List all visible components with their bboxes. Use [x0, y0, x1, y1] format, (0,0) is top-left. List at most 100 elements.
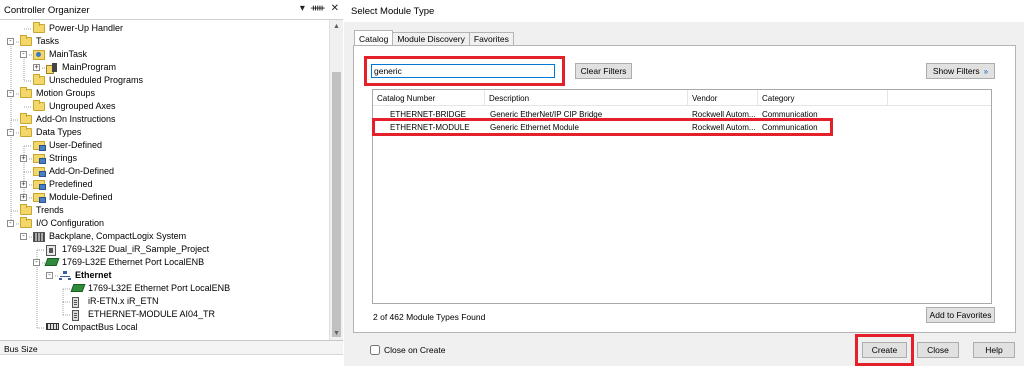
- tree-item[interactable]: User-Defined: [0, 139, 329, 152]
- tree-item[interactable]: iR-ETN.x iR_ETN: [0, 295, 329, 308]
- help-button[interactable]: Help: [973, 342, 1015, 358]
- add-to-favorites-button[interactable]: Add to Favorites: [926, 307, 995, 323]
- bus-size-label: Bus Size: [0, 341, 343, 355]
- tree-item[interactable]: - Tasks: [0, 35, 329, 48]
- tab-module-discovery[interactable]: Module Discovery: [392, 32, 470, 45]
- pin-icon[interactable]: ᚔ: [311, 3, 325, 14]
- show-filters-button[interactable]: Show Filters»: [926, 63, 995, 79]
- tree-item[interactable]: ETHERNET-MODULE AI04_TR: [0, 308, 329, 321]
- tree-item-label: Unscheduled Programs: [49, 75, 144, 85]
- tree-item[interactable]: Power-Up Handler: [0, 22, 329, 35]
- collapse-icon[interactable]: -: [20, 51, 27, 58]
- expand-icon[interactable]: +: [20, 181, 27, 188]
- folder-icon: [33, 100, 45, 112]
- tree-item[interactable]: - I/O Configuration: [0, 217, 329, 230]
- tree-item-label: Add-On-Defined: [49, 166, 115, 176]
- close-button[interactable]: Close: [917, 342, 959, 358]
- tree-item[interactable]: Trends: [0, 204, 329, 217]
- tree-item[interactable]: + Predefined: [0, 178, 329, 191]
- dialog-title: Select Module Type: [344, 0, 1024, 22]
- folder-icon: [20, 204, 32, 216]
- folder-icon: [33, 74, 45, 86]
- tree-item[interactable]: 1769-L32E Dual_iR_Sample_Project: [0, 243, 329, 256]
- expand-icon[interactable]: +: [20, 194, 27, 201]
- search-input[interactable]: [371, 64, 555, 78]
- tree-item-label: Module-Defined: [49, 192, 113, 202]
- tree-item[interactable]: - Motion Groups: [0, 87, 329, 100]
- tree-item-label: 1769-L32E Ethernet Port LocalENB: [62, 257, 205, 267]
- tree-item[interactable]: Unscheduled Programs: [0, 74, 329, 87]
- row-catalog: ETHERNET-BRIDGE: [390, 110, 467, 119]
- scroll-down-icon[interactable]: ▼: [330, 327, 343, 340]
- tree-item[interactable]: - MainTask: [0, 48, 329, 61]
- column-header-description[interactable]: Description: [485, 90, 688, 106]
- tree-item[interactable]: + MainProgram: [0, 61, 329, 74]
- tree-item-label: Power-Up Handler: [49, 23, 124, 33]
- row-category: Communication: [762, 110, 818, 119]
- task-icon: [33, 50, 45, 60]
- row-vendor: Rockwell Autom...: [692, 110, 756, 119]
- clear-filters-button[interactable]: Clear Filters: [575, 63, 632, 79]
- list-header: Catalog Number Description Vendor Catego…: [373, 90, 991, 106]
- data-type-icon: [33, 167, 46, 177]
- tree-item[interactable]: - Backplane, CompactLogix System: [0, 230, 329, 243]
- dropdown-icon[interactable]: ▾: [300, 3, 305, 14]
- expand-icon[interactable]: +: [20, 155, 27, 162]
- collapse-icon[interactable]: -: [7, 38, 14, 45]
- create-button[interactable]: Create: [862, 342, 907, 358]
- close-on-create-checkbox[interactable]: [370, 345, 380, 355]
- list-row[interactable]: ETHERNET-BRIDGE Generic EtherNet/IP CIP …: [373, 109, 991, 121]
- collapse-icon[interactable]: -: [7, 129, 14, 136]
- folder-icon: [20, 113, 32, 125]
- close-icon[interactable]: ✕: [331, 3, 339, 14]
- collapse-icon[interactable]: -: [7, 90, 14, 97]
- tree-item[interactable]: + Module-Defined: [0, 191, 329, 204]
- folder-icon: [33, 22, 45, 34]
- list-row[interactable]: ETHERNET-MODULE Generic Ethernet Module …: [373, 122, 991, 134]
- ethernet-port-icon: [44, 258, 60, 268]
- collapse-icon[interactable]: -: [7, 220, 14, 227]
- tree-item-label: Data Types: [36, 127, 82, 137]
- column-header-category[interactable]: Category: [758, 90, 888, 106]
- collapse-icon[interactable]: -: [20, 233, 27, 240]
- scrollbar-thumb[interactable]: [332, 72, 341, 337]
- chevron-double-down-icon: »: [983, 67, 989, 76]
- collapse-icon[interactable]: -: [46, 272, 53, 279]
- tree-item[interactable]: + Strings: [0, 152, 329, 165]
- column-header-catalog[interactable]: Catalog Number: [373, 90, 485, 106]
- tree-item-label: iR-ETN.x iR_ETN: [88, 296, 159, 306]
- folder-icon: [20, 35, 32, 47]
- expand-icon[interactable]: +: [33, 64, 40, 71]
- folder-icon: [20, 87, 32, 99]
- tree-item-label: Ungrouped Axes: [49, 101, 116, 111]
- data-type-icon: [33, 180, 46, 190]
- collapse-icon[interactable]: -: [33, 259, 40, 266]
- module-icon: [72, 297, 84, 308]
- tree-item[interactable]: - Data Types: [0, 126, 329, 139]
- tree-item[interactable]: - 1769-L32E Ethernet Port LocalENB: [0, 256, 329, 269]
- folder-icon: [20, 126, 32, 138]
- tree-item[interactable]: Add-On Instructions: [0, 113, 329, 126]
- tab-catalog[interactable]: Catalog: [354, 30, 394, 45]
- program-icon: [46, 63, 58, 74]
- tree-item-label: Tasks: [36, 36, 60, 46]
- close-on-create-label: Close on Create: [384, 345, 446, 355]
- ethernet-port-icon: [70, 284, 86, 294]
- tree-item[interactable]: 1769-L32E Ethernet Port LocalENB: [0, 282, 329, 295]
- row-category: Communication: [762, 123, 818, 132]
- tree-item-label: Predefined: [49, 179, 93, 189]
- tree-item[interactable]: Add-On-Defined: [0, 165, 329, 178]
- tree-item-label: Strings: [49, 153, 78, 163]
- tree-item-label: Motion Groups: [36, 88, 96, 98]
- tree-item-label: ETHERNET-MODULE AI04_TR: [88, 309, 216, 319]
- tree-scrollbar[interactable]: ▲ ▼: [329, 20, 343, 340]
- tree-item[interactable]: CompactBus Local: [0, 321, 329, 334]
- tab-favorites[interactable]: Favorites: [468, 32, 514, 45]
- organizer-title-bar: Controller Organizer ▾ ᚔ ✕: [0, 0, 343, 20]
- row-description: Generic EtherNet/IP CIP Bridge: [490, 110, 603, 119]
- tree-item[interactable]: - Ethernet: [0, 269, 329, 282]
- scroll-up-icon[interactable]: ▲: [330, 20, 343, 33]
- tree-item[interactable]: Ungrouped Axes: [0, 100, 329, 113]
- column-header-vendor[interactable]: Vendor: [688, 90, 758, 106]
- controller-icon: [46, 245, 58, 256]
